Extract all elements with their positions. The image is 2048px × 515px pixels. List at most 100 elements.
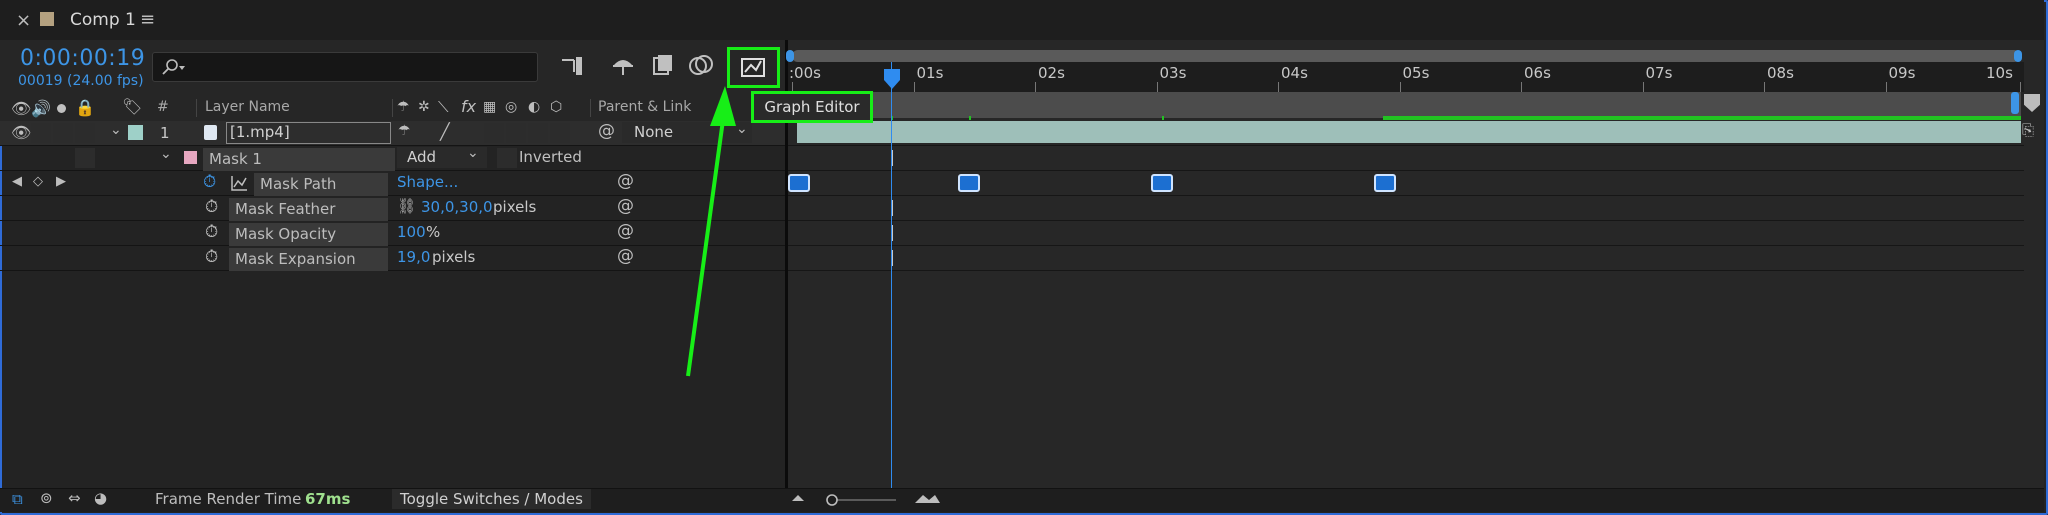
expression-pickwhip-icon[interactable]: @ xyxy=(617,246,634,266)
property-row-mask-opacity[interactable] xyxy=(0,221,785,246)
zoom-in-icon[interactable] xyxy=(915,495,940,503)
label-tag-icon[interactable]: 🏷 xyxy=(122,97,142,116)
solo-switch[interactable] xyxy=(53,123,73,143)
mask-feather-value[interactable]: 30,0,30,0 xyxy=(421,198,493,216)
add-keyframe-icon[interactable]: ◇ xyxy=(33,174,43,189)
frame-blend-switch-icon[interactable]: ▦ xyxy=(483,99,496,115)
time-navigator-bar[interactable] xyxy=(792,50,2020,62)
layer-switches-toggle-icon[interactable]: ⧉ xyxy=(12,490,23,508)
track-divider xyxy=(788,245,2024,246)
next-keyframe-icon[interactable]: ▶ xyxy=(56,174,66,189)
property-row-mask-path[interactable] xyxy=(0,171,785,196)
lock-icon[interactable]: 🔒 xyxy=(75,98,95,117)
property-name-mask-expansion[interactable]: Mask Expansion xyxy=(229,248,388,271)
chevron-down-icon[interactable]: ⌄ xyxy=(110,122,122,138)
navigator-start-handle[interactable] xyxy=(786,50,794,62)
modes-toggle-icon[interactable]: ⊚ xyxy=(40,489,53,507)
ruler-tick xyxy=(1399,82,1401,92)
mask-label-color[interactable] xyxy=(184,151,197,164)
adjustment-layer-switch-icon[interactable]: ◐ xyxy=(528,99,540,115)
layer-search-input[interactable] xyxy=(152,52,538,82)
stopwatch-active-icon[interactable]: ⏱ xyxy=(203,172,216,192)
zoom-slider-thumb[interactable] xyxy=(826,494,838,506)
property-name-mask-feather[interactable]: Mask Feather xyxy=(229,198,388,221)
cache-mark xyxy=(969,116,971,120)
link-constrain-icon[interactable]: ⛓ xyxy=(397,197,416,215)
shy-layers-icon[interactable] xyxy=(610,53,636,79)
stopwatch-icon[interactable]: ⏱ xyxy=(205,197,218,217)
column-parent-link[interactable]: Parent & Link xyxy=(598,99,691,115)
keyframe-marker[interactable] xyxy=(958,174,980,192)
property-row-mask-feather[interactable] xyxy=(0,196,785,221)
layer-fx-switch[interactable] xyxy=(484,123,504,143)
column-layer-name[interactable]: Layer Name xyxy=(205,99,290,115)
layer-name-field[interactable]: [1.mp4] xyxy=(226,122,391,144)
mask-path-value[interactable]: Shape... xyxy=(397,173,458,191)
in-out-toggle-icon[interactable]: ⇔ xyxy=(68,489,81,507)
property-name-mask-opacity[interactable]: Mask Opacity xyxy=(229,223,388,246)
stopwatch-icon[interactable]: ⏱ xyxy=(205,247,218,267)
comp-tab-title[interactable]: Comp 1 xyxy=(70,10,136,30)
layer-number: 1 xyxy=(160,124,170,142)
work-area-bar[interactable] xyxy=(797,92,2021,118)
keyframe-marker[interactable] xyxy=(788,174,810,192)
property-row-mask-expansion[interactable] xyxy=(0,246,785,271)
layer-quality-switch[interactable]: ╱ xyxy=(440,122,450,141)
mask-inverted-checkbox[interactable] xyxy=(497,148,517,168)
mask-name[interactable]: Mask 1 xyxy=(203,148,395,171)
expression-pickwhip-icon[interactable]: @ xyxy=(617,196,634,216)
mask-expansion-value[interactable]: 19,0 xyxy=(397,248,430,266)
expression-pickwhip-icon[interactable]: @ xyxy=(617,221,634,241)
audio-speaker-icon[interactable]: 🔊 xyxy=(31,99,51,118)
keyframe-marker[interactable] xyxy=(1151,174,1173,192)
current-timecode[interactable]: 0:00:00:19 xyxy=(20,46,145,71)
motion-blur-icon[interactable] xyxy=(688,52,716,78)
layer-motionblur-switch[interactable] xyxy=(528,123,548,143)
layer-duration-bar[interactable] xyxy=(797,121,2021,143)
current-time-indicator[interactable] xyxy=(891,62,892,488)
comp-button-icon[interactable]: ⎘ xyxy=(2022,121,2034,139)
comp-mini-flowchart-icon[interactable] xyxy=(560,54,588,78)
quality-switch-icon[interactable]: ⟍ xyxy=(438,98,449,116)
render-time-toggle-icon[interactable]: ◕ xyxy=(94,489,107,507)
ruler-tick xyxy=(1642,82,1644,92)
prev-keyframe-icon[interactable]: ◀ xyxy=(12,174,22,189)
mask-chevron-down-icon[interactable]: ⌄ xyxy=(160,146,172,162)
layer-3d-switch[interactable] xyxy=(550,123,570,143)
track-divider xyxy=(788,195,2024,196)
panel-menu-icon[interactable]: ≡ xyxy=(140,9,155,30)
mask-mode-dropdown[interactable]: Add ⌄ xyxy=(397,145,487,168)
graph-toggle-icon[interactable] xyxy=(230,175,248,191)
playhead-handle[interactable] xyxy=(883,68,901,90)
layer-frameblend-switch[interactable] xyxy=(506,123,526,143)
close-tab-icon[interactable]: × xyxy=(16,10,31,31)
layer-label-color[interactable] xyxy=(128,125,143,140)
ruler-tick-label: 05s xyxy=(1402,64,1430,82)
lock-switch[interactable] xyxy=(75,123,95,143)
layer-shy-switch[interactable]: ☂ xyxy=(398,123,411,139)
mask-lock-switch[interactable] xyxy=(75,148,95,168)
motion-blur-switch-icon[interactable]: ◎ xyxy=(505,99,517,115)
stopwatch-icon[interactable]: ⏱ xyxy=(205,222,218,242)
zoom-slider[interactable] xyxy=(790,491,940,509)
mask-inverted-label: Inverted xyxy=(519,148,582,166)
mask-opacity-value[interactable]: 100 xyxy=(397,223,426,241)
property-name-mask-path[interactable]: Mask Path xyxy=(254,173,388,196)
solo-dot-icon[interactable] xyxy=(57,104,66,113)
collapse-switch-icon[interactable]: ✲ xyxy=(418,99,430,115)
effects-switch-icon[interactable]: fx xyxy=(461,97,476,116)
layer-visibility-icon[interactable]: 👁 xyxy=(11,123,31,142)
navigator-end-handle[interactable] xyxy=(2014,50,2022,62)
frame-blending-icon[interactable] xyxy=(650,52,676,78)
3d-layer-switch-icon[interactable]: ⬡ xyxy=(550,99,562,115)
work-area-end-handle[interactable] xyxy=(2011,92,2019,114)
toggle-switches-modes-button[interactable]: Toggle Switches / Modes xyxy=(392,489,591,509)
comp-color-swatch xyxy=(40,12,54,26)
zoom-out-icon[interactable] xyxy=(792,495,804,501)
pick-whip-icon[interactable]: @ xyxy=(598,121,615,141)
shy-switch-icon[interactable]: ☂ xyxy=(397,99,410,115)
audio-switch[interactable] xyxy=(31,123,51,143)
expression-pickwhip-icon[interactable]: @ xyxy=(617,171,634,191)
video-eye-icon[interactable]: 👁 xyxy=(11,99,31,118)
keyframe-marker[interactable] xyxy=(1374,174,1396,192)
